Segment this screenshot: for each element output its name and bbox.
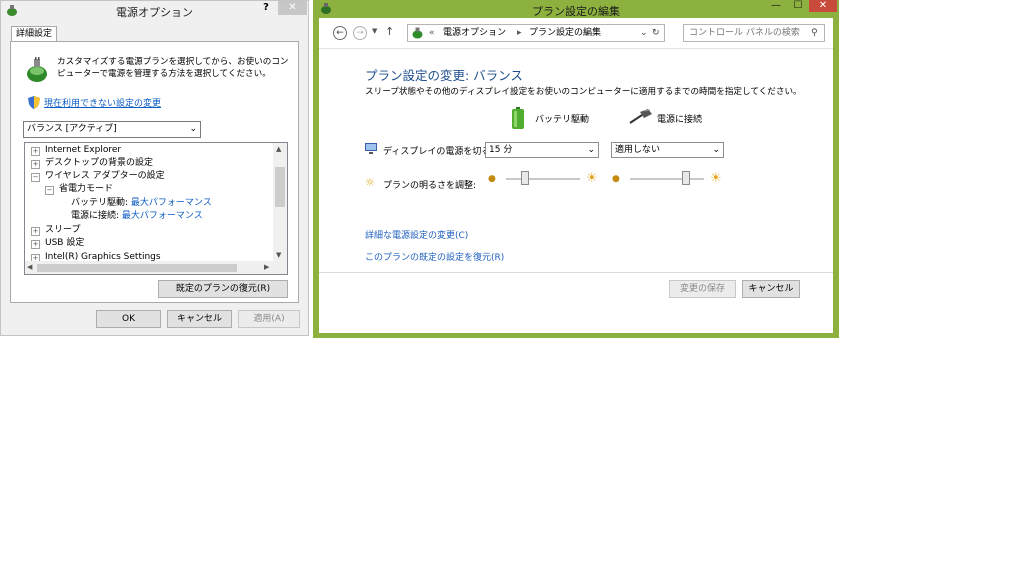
tree-item-label: USB 設定 xyxy=(45,238,85,248)
tree-item-internet-explorer[interactable]: + Internet Explorer xyxy=(31,144,121,157)
display-off-plugged-select[interactable]: 適用しない ⌄ xyxy=(611,142,724,158)
brightness-battery-slider-track[interactable] xyxy=(506,178,580,180)
chevron-down-icon: ⌄ xyxy=(587,145,595,155)
select-value: 適用しない xyxy=(615,145,661,155)
help-button[interactable]: ? xyxy=(256,1,276,15)
close-button[interactable]: ✕ xyxy=(278,1,307,15)
plan-select-value: バランス [アクティブ] xyxy=(27,124,117,134)
brightness-plugged-slider-thumb[interactable] xyxy=(681,171,690,185)
tree-item-label: ワイヤレス アダプターの設定 xyxy=(45,171,165,181)
dialog-title-bar: 電源オプション ? ✕ xyxy=(1,1,308,20)
tree-item-label: デスクトップの背景の設定 xyxy=(45,158,154,168)
recent-pages-chevron-icon[interactable]: ▼ xyxy=(372,27,377,35)
collapse-icon[interactable]: − xyxy=(45,186,54,195)
address-bar: ← → ▼ ↑ « 電源オプション ▸ プラン設定の編集 ⌄ ↻ コントロール … xyxy=(327,23,825,43)
scroll-right-icon[interactable]: ▶ xyxy=(264,263,269,271)
power-plan-icon xyxy=(24,57,50,83)
window-cancel-button[interactable]: キャンセル xyxy=(742,280,800,298)
tree-item-label: Internet Explorer xyxy=(45,145,122,155)
tree-item-label: 省電力モード xyxy=(59,184,114,194)
up-arrow-icon[interactable]: ↑ xyxy=(385,25,394,38)
window-content: ← → ▼ ↑ « 電源オプション ▸ プラン設定の編集 ⌄ ↻ コントロール … xyxy=(319,18,833,333)
breadcrumb-power-options[interactable]: 電源オプション xyxy=(443,25,506,41)
change-unavailable-settings-link[interactable]: 現在利用できない設定の変更 xyxy=(44,96,161,109)
page-subtitle: スリープ状態やその他のディスプレイ設定をお使いのコンピューターに適用するまでの時… xyxy=(365,87,802,97)
breadcrumb-separator-icon[interactable]: ▸ xyxy=(517,25,522,41)
tree-item-sleep[interactable]: + スリープ xyxy=(31,224,80,237)
tree-item-usb-settings[interactable]: + USB 設定 xyxy=(31,237,84,250)
tree-item-plugged-in[interactable]: 電源に接続: 最大パフォーマンス xyxy=(71,210,203,223)
display-off-battery-select[interactable]: 15 分 ⌄ xyxy=(485,142,599,158)
display-off-label: ディスプレイの電源を切る: xyxy=(383,147,494,157)
horizontal-scroll-thumb[interactable] xyxy=(37,264,237,272)
forward-arrow-icon[interactable]: → xyxy=(353,26,367,40)
brightness-battery-slider-thumb[interactable] xyxy=(520,171,529,185)
plugged-in-column-header: 電源に接続 xyxy=(657,115,703,125)
back-arrow-icon[interactable]: ← xyxy=(333,26,347,40)
select-value: 15 分 xyxy=(489,145,513,155)
address-divider xyxy=(319,48,833,49)
bright-brightness-icon: ☀ xyxy=(586,171,598,186)
shield-icon xyxy=(28,96,40,109)
bright-brightness-icon: ☀ xyxy=(710,171,722,186)
collapse-icon[interactable]: − xyxy=(31,173,40,182)
power-plan-select[interactable]: バランス [アクティブ] ⌄ xyxy=(23,121,201,138)
apply-button[interactable]: 適用(A) xyxy=(238,310,300,328)
ok-button[interactable]: OK xyxy=(96,310,161,328)
advanced-power-settings-link[interactable]: 詳細な電源設定の変更(C) xyxy=(365,228,468,241)
power-options-dialog: 電源オプション ? ✕ 詳細設定 カスタマイズする電源プランを選択してから、お使… xyxy=(0,0,309,336)
battery-icon xyxy=(512,107,524,129)
save-changes-button[interactable]: 変更の保存 xyxy=(669,280,736,298)
tree-item-value[interactable]: 最大パフォーマンス xyxy=(122,211,203,221)
brightness-plugged-slider-track[interactable] xyxy=(630,178,704,180)
search-icon[interactable]: ⚲ xyxy=(811,25,818,41)
restore-plan-defaults-button[interactable]: 既定のプランの復元(R) xyxy=(158,280,288,298)
dim-brightness-icon: ● xyxy=(612,174,620,184)
tree-item-desktop-background[interactable]: + デスクトップの背景の設定 xyxy=(31,157,153,170)
tree-item-label: 電源に接続: xyxy=(71,211,120,221)
tab-advanced-settings[interactable]: 詳細設定 xyxy=(11,26,57,42)
edit-plan-settings-window: プラン設定の編集 — ☐ ✕ ← → ▼ ↑ « 電源オプション ▸ プラン設定… xyxy=(313,0,839,338)
scroll-up-icon[interactable]: ▲ xyxy=(276,145,281,153)
tree-item-on-battery[interactable]: バッテリ駆動: 最大パフォーマンス xyxy=(71,197,212,210)
breadcrumb-edit-plan[interactable]: プラン設定の編集 xyxy=(529,25,601,41)
settings-tree[interactable]: + Internet Explorer + デスクトップの背景の設定 − ワイヤレス … xyxy=(24,142,288,275)
tree-item-label: スリープ xyxy=(45,225,81,235)
maximize-button[interactable]: ☐ xyxy=(787,0,809,12)
brightness-label: プランの明るさを調整: xyxy=(383,181,477,191)
scroll-down-icon[interactable]: ▼ xyxy=(276,251,281,259)
tree-item-wireless-adapter[interactable]: − ワイヤレス アダプターの設定 xyxy=(31,170,165,183)
power-plug-icon xyxy=(628,109,652,125)
tree-item-value[interactable]: 最大パフォーマンス xyxy=(131,198,212,208)
search-control-panel-input[interactable]: コントロール パネルの検索 ⚲ xyxy=(683,24,825,42)
dialog-description: カスタマイズする電源プランを選択してから、お使いのコンピューターで電源を管理する… xyxy=(57,57,289,79)
page-title: プラン設定の変更: バランス xyxy=(365,68,523,83)
tree-item-label: バッテリ駆動: xyxy=(71,198,129,208)
expand-icon[interactable]: + xyxy=(31,240,40,249)
expand-icon[interactable]: + xyxy=(31,160,40,169)
tree-item-power-saving-mode[interactable]: − 省電力モード xyxy=(45,183,113,196)
cancel-button[interactable]: キャンセル xyxy=(167,310,232,328)
footer-divider xyxy=(319,272,833,273)
brightness-icon: ☼ xyxy=(365,176,375,189)
address-dropdown-icon[interactable]: ⌄ xyxy=(640,25,648,41)
expand-icon[interactable]: + xyxy=(31,147,40,156)
address-box[interactable]: « 電源オプション ▸ プラン設定の編集 ⌄ ↻ xyxy=(407,24,665,42)
display-icon xyxy=(365,143,377,154)
control-panel-icon xyxy=(411,26,424,39)
vertical-scroll-thumb[interactable] xyxy=(275,167,285,207)
chevron-down-icon: ⌄ xyxy=(712,145,720,155)
scroll-left-icon[interactable]: ◀ xyxy=(27,263,32,271)
expand-icon[interactable]: + xyxy=(31,227,40,236)
breadcrumb-overflow[interactable]: « xyxy=(429,25,435,41)
window-close-button[interactable]: ✕ xyxy=(809,0,837,12)
on-battery-column-header: バッテリ駆動 xyxy=(535,115,590,125)
dim-brightness-icon: ● xyxy=(488,174,496,184)
refresh-icon[interactable]: ↻ xyxy=(652,25,660,41)
minimize-button[interactable]: — xyxy=(765,0,787,12)
chevron-down-icon: ⌄ xyxy=(189,124,197,134)
window-title: プラン設定の編集 xyxy=(532,5,620,18)
restore-default-settings-link[interactable]: このプランの既定の設定を復元(R) xyxy=(365,250,504,263)
search-placeholder: コントロール パネルの検索 xyxy=(689,28,800,38)
